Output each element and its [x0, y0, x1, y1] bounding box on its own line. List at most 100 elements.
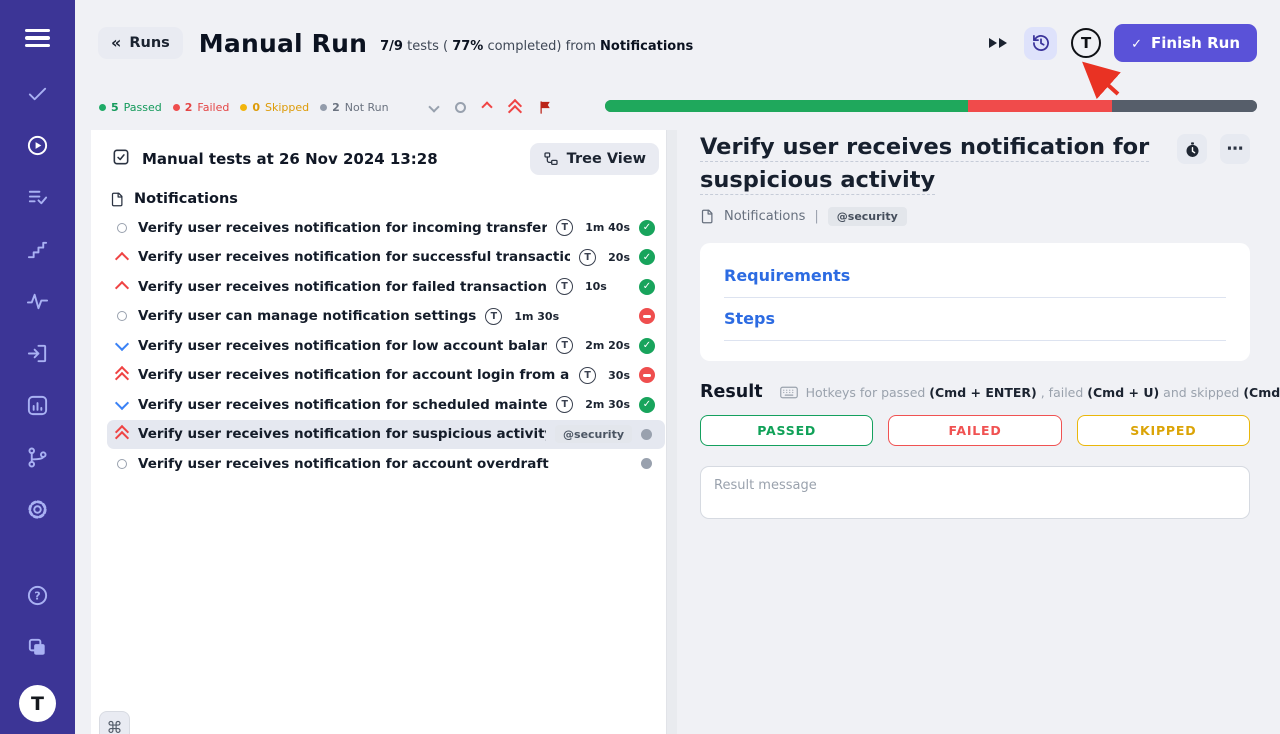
checklist-icon[interactable] — [25, 185, 51, 211]
status-icon — [639, 338, 655, 354]
flag-filter-icon[interactable] — [538, 100, 553, 115]
priority-icon — [114, 368, 129, 383]
priority-filters — [430, 100, 553, 115]
test-detail-panel: Verify user receives notification for su… — [700, 131, 1250, 523]
test-row[interactable]: Verify user receives notification for su… — [107, 420, 665, 450]
stat-passed: 5Passed — [99, 101, 162, 114]
priority-icon — [114, 456, 129, 471]
more-options-button[interactable]: ⋯ — [1220, 134, 1250, 164]
test-sections-card: Requirements Steps — [700, 243, 1250, 361]
test-row[interactable]: Verify user receives notification for sc… — [107, 390, 665, 420]
sort-dropdown-icon[interactable] — [428, 101, 439, 112]
priority-normal-filter-icon[interactable] — [455, 102, 466, 113]
status-icon — [639, 367, 655, 383]
test-list: Verify user receives notification for in… — [91, 212, 677, 479]
test-duration: 2m 30s — [585, 398, 630, 411]
svg-text:?: ? — [34, 589, 40, 602]
steps-icon[interactable] — [25, 237, 51, 263]
status-icon — [641, 429, 652, 440]
finish-run-button[interactable]: Finish Run — [1114, 24, 1257, 62]
stat-not-run: 2Not Run — [320, 101, 389, 114]
priority-icon — [114, 427, 129, 442]
test-row[interactable]: Verify user can manage notification sett… — [107, 302, 665, 332]
stat-failed: 2Failed — [173, 101, 230, 114]
sidebar: ? T — [0, 0, 75, 734]
command-key-badge: ⌘ — [99, 711, 130, 734]
passed-button[interactable]: PASSED — [700, 415, 873, 446]
status-icon — [641, 458, 652, 469]
status-icon — [639, 220, 655, 236]
breadcrumb-suite[interactable]: Notifications — [724, 209, 805, 224]
scrollbar[interactable] — [666, 130, 677, 734]
priority-high-filter-icon[interactable] — [481, 101, 492, 112]
history-icon — [1031, 33, 1051, 53]
stat-skipped: 0Skipped — [240, 101, 309, 114]
status-icon — [639, 308, 655, 324]
not-run-dot-icon — [320, 104, 327, 111]
status-icon — [639, 279, 655, 295]
priority-icon — [114, 397, 129, 412]
file-icon — [110, 192, 125, 207]
test-title: Verify user receives notification for ac… — [138, 367, 570, 383]
test-duration: 10s — [585, 280, 607, 293]
test-row[interactable]: Verify user receives notification for lo… — [107, 331, 665, 361]
test-duration: 1m 40s — [585, 221, 630, 234]
priority-icon — [114, 250, 129, 265]
testomat-icon: T — [485, 308, 502, 325]
skipped-button[interactable]: SKIPPED — [1077, 415, 1250, 446]
test-title: Verify user receives notification for ac… — [138, 456, 549, 472]
priority-icon — [114, 279, 129, 294]
test-row[interactable]: Verify user receives notification for fa… — [107, 272, 665, 302]
branch-icon[interactable] — [25, 445, 51, 471]
hotkeys-text: Hotkeys for passed (Cmd + ENTER) , faile… — [806, 385, 1280, 400]
test-duration: 30s — [608, 369, 630, 382]
result-message-input[interactable] — [700, 466, 1250, 519]
annotation-arrow — [1074, 56, 1126, 100]
help-icon[interactable]: ? — [25, 582, 51, 608]
test-title: Verify user receives notification for in… — [138, 220, 547, 236]
progress-failed-segment — [968, 100, 1113, 112]
section-steps[interactable]: Steps — [724, 298, 1226, 341]
fast-forward-icon[interactable] — [989, 38, 1008, 48]
test-row[interactable]: Verify user receives notification for ac… — [107, 361, 665, 391]
failed-button[interactable]: FAILED — [888, 415, 1061, 446]
gear-icon[interactable] — [25, 497, 51, 523]
priority-icon — [114, 220, 129, 235]
tree-view-icon — [543, 151, 559, 167]
check-nav-icon[interactable] — [25, 81, 51, 107]
priority-icon — [114, 338, 129, 353]
import-icon[interactable] — [25, 341, 51, 367]
runs-back-button[interactable]: « Runs — [98, 27, 183, 59]
result-buttons: PASSED FAILED SKIPPED — [700, 415, 1250, 446]
pulse-icon[interactable] — [25, 289, 51, 315]
menu-icon[interactable] — [25, 24, 50, 52]
tests-panel: Manual tests at 26 Nov 2024 13:28 Tree V… — [91, 130, 677, 734]
test-duration: 20s — [608, 251, 630, 264]
test-detail-title: Verify user receives notification for su… — [700, 131, 1172, 197]
test-title: Verify user receives notification for sc… — [138, 397, 547, 413]
check-icon — [1131, 34, 1142, 52]
run-checklist-icon — [111, 147, 131, 171]
run-title: Manual tests at 26 Nov 2024 13:28 — [142, 150, 438, 168]
section-requirements[interactable]: Requirements — [724, 255, 1226, 298]
test-row[interactable]: Verify user receives notification for in… — [107, 213, 665, 243]
suite-group-row[interactable]: Notifications — [91, 183, 677, 212]
history-button[interactable] — [1024, 27, 1057, 60]
run-progress-bar — [605, 100, 1257, 112]
security-tag[interactable]: @security — [828, 207, 907, 226]
test-tag: @security — [555, 425, 632, 443]
tree-view-button[interactable]: Tree View — [530, 143, 659, 175]
run-play-icon[interactable] — [25, 133, 51, 159]
breadcrumb-separator: | — [814, 209, 818, 224]
chart-icon[interactable] — [25, 393, 51, 419]
test-row[interactable]: Verify user receives notification for ac… — [107, 449, 665, 479]
sidebar-logo-icon[interactable]: T — [19, 685, 56, 722]
copy-icon[interactable] — [25, 634, 51, 660]
test-row[interactable]: Verify user receives notification for su… — [107, 243, 665, 273]
stopwatch-button[interactable] — [1177, 134, 1207, 164]
topbar: « Runs Manual Run 7/9 tests ( 77% comple… — [98, 24, 1257, 62]
back-chevrons-icon: « — [111, 35, 121, 51]
test-title: Verify user receives notification for fa… — [138, 279, 547, 295]
testomat-logo-icon[interactable]: T — [1071, 28, 1101, 58]
priority-critical-filter-icon[interactable] — [508, 100, 521, 115]
